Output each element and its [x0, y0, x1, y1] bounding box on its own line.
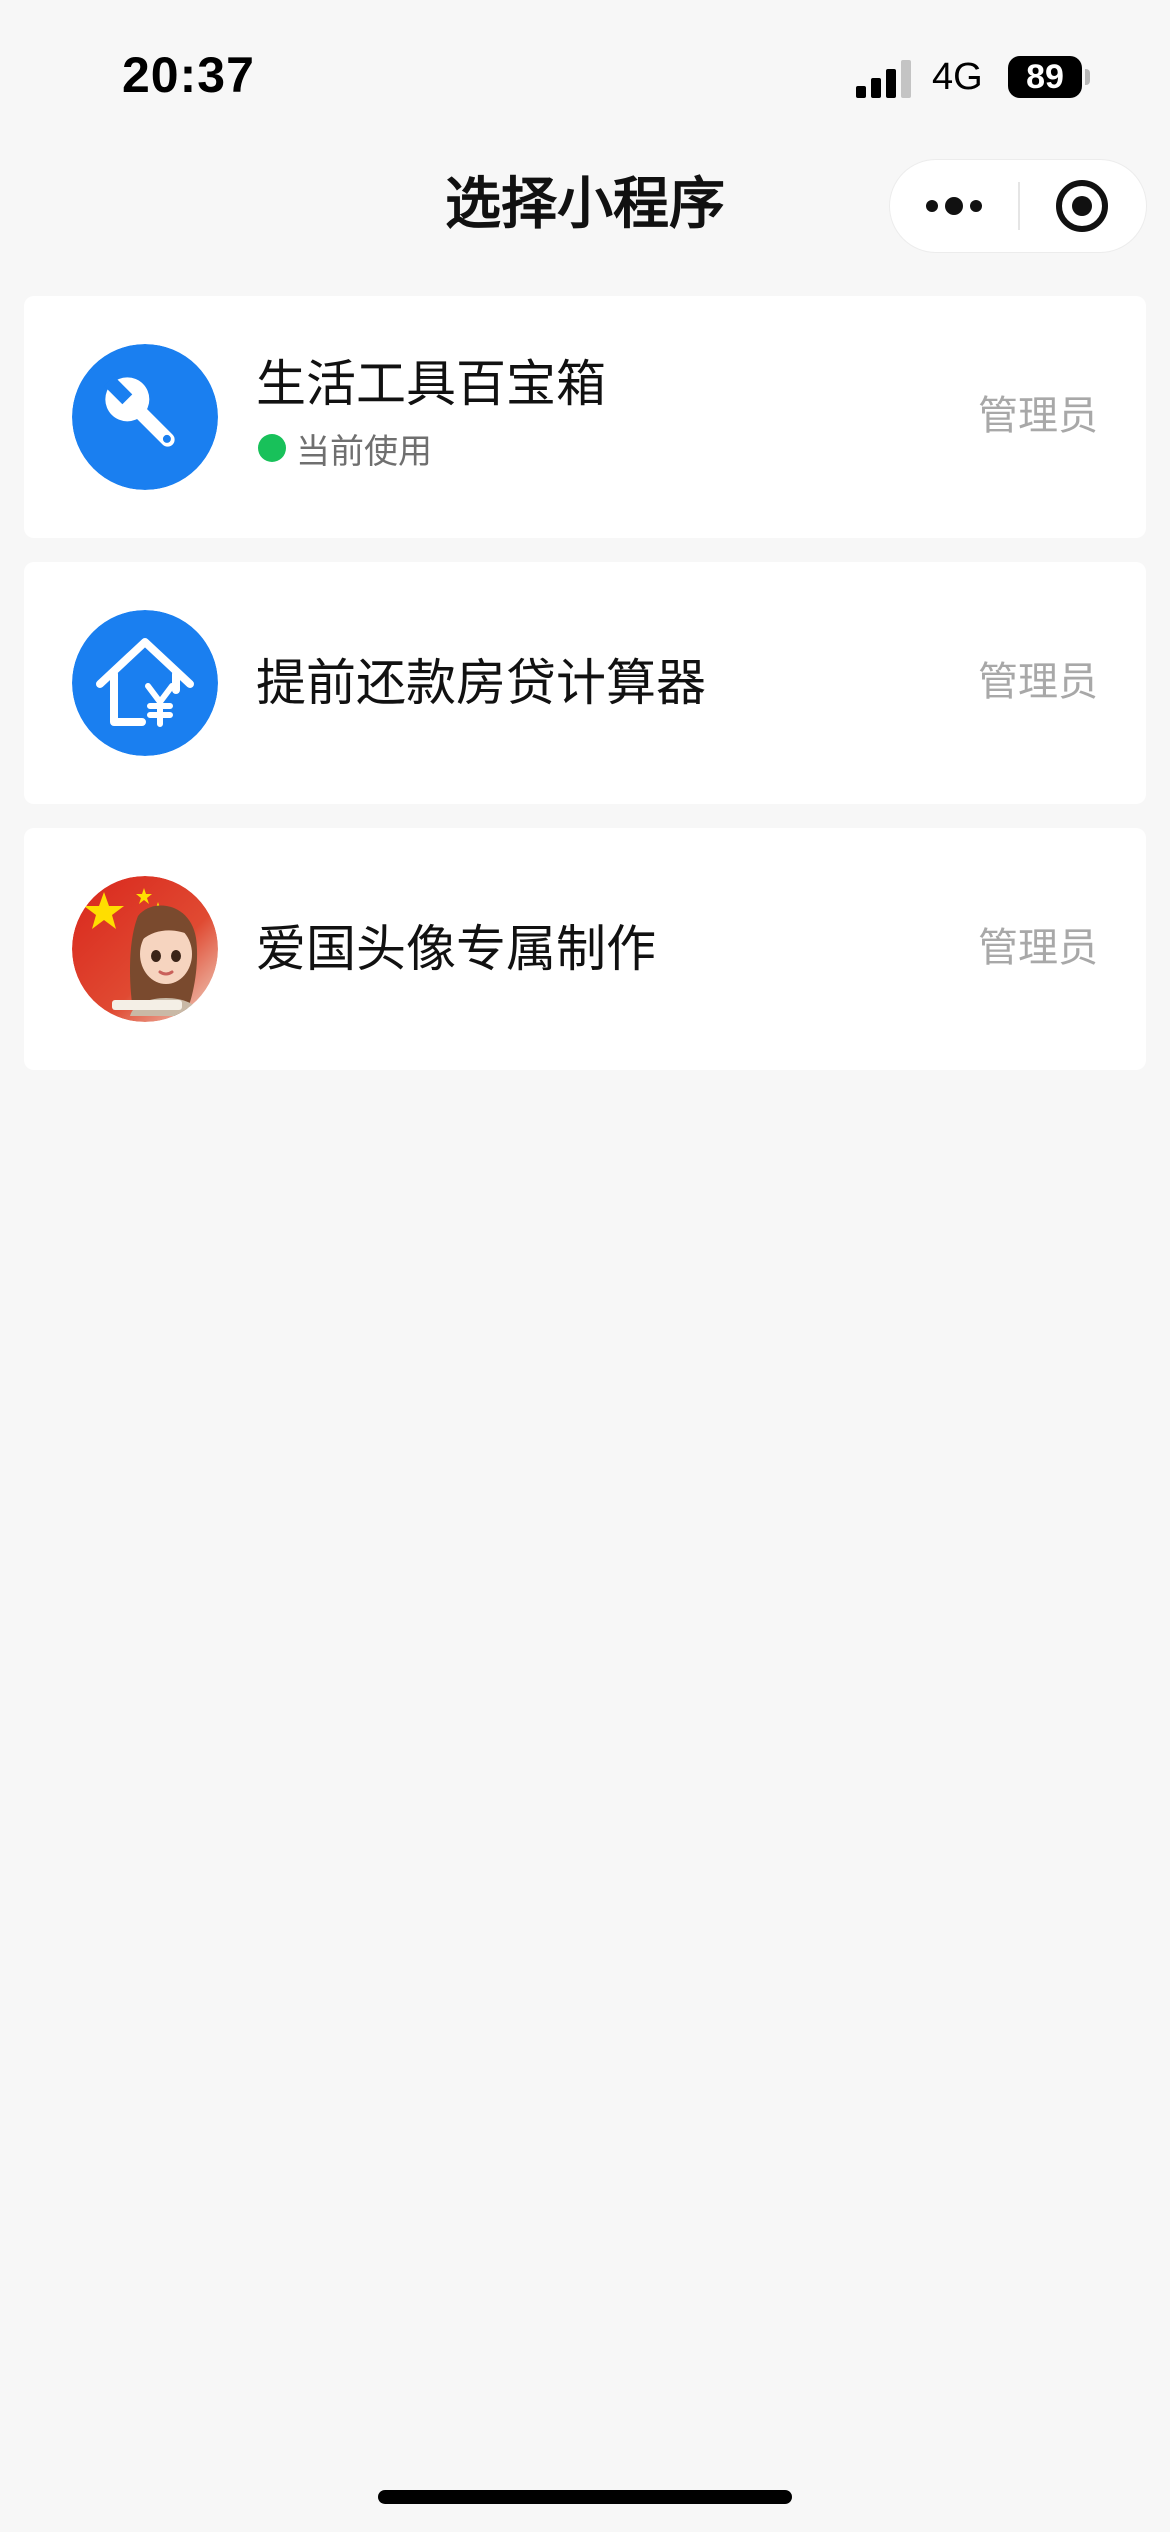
list-item[interactable]: 爱国头像专属制作 管理员	[24, 828, 1146, 1070]
status-time: 20:37	[122, 47, 255, 103]
role-label: 管理员	[978, 393, 1098, 439]
miniprogram-capsule	[890, 160, 1146, 252]
list-item[interactable]: 生活工具百宝箱 当前使用 管理员	[24, 296, 1146, 538]
wrench-icon	[72, 344, 218, 490]
more-dots-icon	[926, 197, 982, 215]
close-button[interactable]	[1020, 160, 1146, 252]
home-indicator[interactable]	[378, 2490, 792, 2504]
flag-avatar-icon	[72, 876, 218, 1022]
battery-level: 89	[1026, 58, 1064, 96]
house-yen-icon	[72, 610, 218, 756]
mini-program-name: 爱国头像专属制作	[256, 920, 656, 978]
status-dot-icon	[258, 434, 286, 462]
mini-program-name: 生活工具百宝箱	[256, 355, 606, 413]
role-label: 管理员	[978, 659, 1098, 705]
status-text: 当前使用	[296, 431, 432, 472]
status-bar: 20:37 4G 89	[0, 0, 1170, 140]
target-close-icon	[1056, 180, 1108, 232]
list-item[interactable]: 提前还款房贷计算器 管理员	[24, 562, 1146, 804]
signal-strength-icon	[856, 60, 911, 98]
mini-program-list: 生活工具百宝箱 当前使用 管理员 提前还款房贷计算器 管理员 爱国头像专属制作 …	[24, 296, 1146, 1094]
mini-program-name: 提前还款房贷计算器	[256, 654, 706, 712]
role-label: 管理员	[978, 925, 1098, 971]
more-button[interactable]	[890, 160, 1018, 252]
current-status: 当前使用	[258, 426, 432, 472]
network-type: 4G	[932, 56, 983, 98]
battery-icon: 89	[1008, 56, 1090, 98]
